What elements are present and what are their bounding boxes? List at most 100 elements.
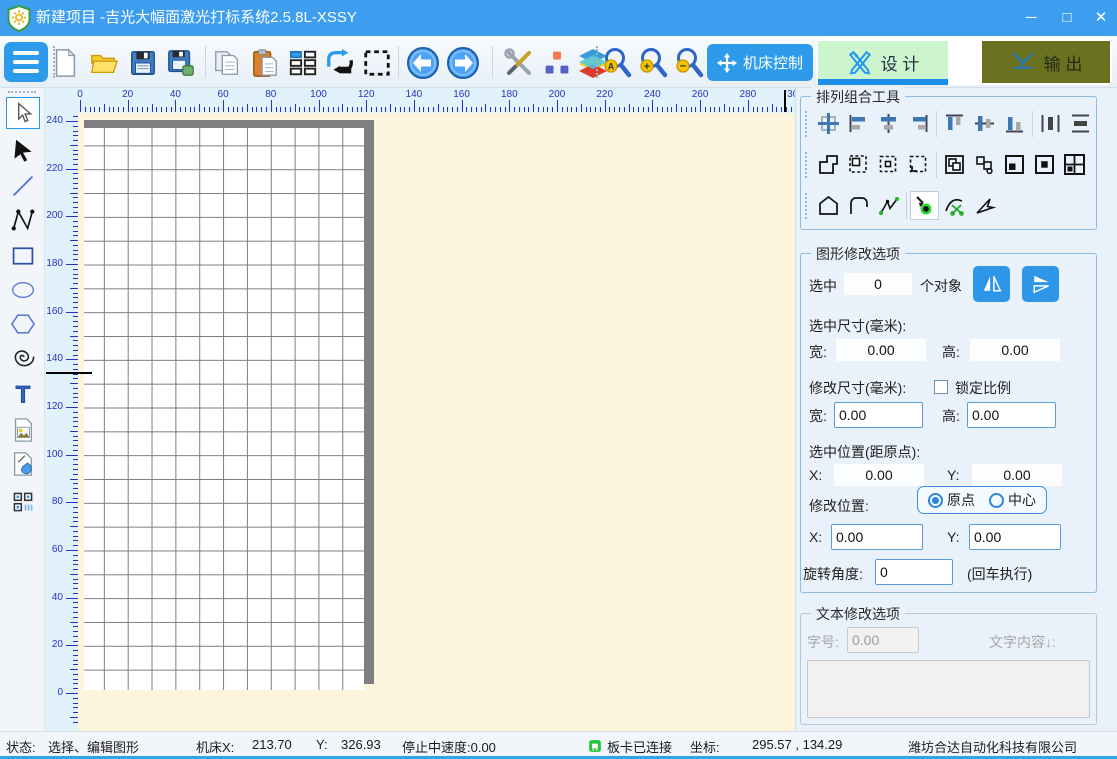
polygon-tool[interactable] <box>6 308 40 340</box>
tab-design[interactable]: 设 计 <box>818 41 948 83</box>
ruler-tick <box>80 100 81 112</box>
regroup-button[interactable] <box>904 150 933 179</box>
text-content-label: 文字内容↓: <box>989 632 1056 652</box>
ruler-tick <box>73 631 78 632</box>
modify-height-input[interactable] <box>967 402 1056 428</box>
group-button[interactable] <box>844 150 873 179</box>
distribute-h-button[interactable] <box>1036 109 1065 138</box>
ruler-tick <box>73 583 78 584</box>
maximize-button[interactable]: □ <box>1052 0 1082 36</box>
title-bar: 新建项目 -吉光大幅面激光打标系统2.5.8L-XSSY ─ □ ✕ <box>0 0 1117 36</box>
save-button[interactable] <box>124 44 162 82</box>
ruler-tick <box>309 107 310 112</box>
paste-button[interactable] <box>246 44 284 82</box>
ruler-tick <box>395 107 396 112</box>
ruler-tick <box>319 100 320 112</box>
ruler-tick <box>73 369 78 370</box>
text-tool[interactable]: T <box>6 378 40 410</box>
x-label: X: <box>809 529 822 545</box>
ungroup-button[interactable] <box>874 150 903 179</box>
put-bottom-left-button[interactable] <box>1000 150 1029 179</box>
settings-tools-button[interactable] <box>500 44 538 82</box>
distribute-v-button[interactable] <box>1066 109 1095 138</box>
line-tool[interactable] <box>6 170 40 202</box>
select-tool[interactable] <box>6 97 40 129</box>
zoom-all-button[interactable]: A <box>598 44 636 82</box>
ruler-tick <box>113 107 114 112</box>
lock-ratio-checkbox[interactable] <box>934 380 948 394</box>
align-blocks-button[interactable] <box>538 44 576 82</box>
ruler-tick <box>423 107 424 112</box>
weld-union-button[interactable] <box>814 150 843 179</box>
design-tools-icon <box>847 49 873 75</box>
rectangle-tool[interactable] <box>6 240 40 272</box>
modify-width-input[interactable] <box>834 402 923 428</box>
modify-size-label: 修改尺寸(毫米): <box>809 378 906 398</box>
array-button[interactable] <box>284 44 322 82</box>
polyline-tool[interactable] <box>6 204 40 236</box>
cut-curve-button[interactable] <box>940 191 969 220</box>
align-center-h-button[interactable] <box>874 109 903 138</box>
zoom-out-button[interactable]: − <box>670 44 708 82</box>
open-file-button[interactable] <box>85 44 123 82</box>
ruler-tick <box>70 431 78 432</box>
combine-button[interactable] <box>940 150 969 179</box>
close-path-button[interactable] <box>814 191 843 220</box>
transform-swap-button[interactable] <box>321 44 359 82</box>
redo-button[interactable] <box>444 44 482 82</box>
ruler-tick <box>128 100 129 112</box>
array-copy-tool[interactable] <box>6 486 40 518</box>
new-file-button[interactable] <box>46 44 84 82</box>
select-node-button[interactable] <box>910 191 939 220</box>
ruler-label: 100 <box>310 89 327 100</box>
minimize-button[interactable]: ─ <box>1016 0 1046 36</box>
align-right-button[interactable] <box>904 109 933 138</box>
close-button[interactable]: ✕ <box>1086 0 1116 36</box>
modify-y-input[interactable] <box>969 524 1061 550</box>
ruler-tick <box>66 169 78 170</box>
direct-select-tool[interactable] <box>6 134 40 166</box>
mirror-vertical-button[interactable] <box>1022 266 1059 302</box>
ruler-tick <box>552 107 553 112</box>
ruler-tick <box>66 407 78 408</box>
ruler-tick <box>73 274 78 275</box>
workarea-grid[interactable] <box>84 128 364 690</box>
open-path-button[interactable] <box>844 191 873 220</box>
zoom-in-button[interactable]: + <box>634 44 672 82</box>
selected-size-label: 选中尺寸(毫米): <box>809 316 906 336</box>
rotate-angle-input[interactable] <box>875 559 953 585</box>
image-tool[interactable] <box>6 414 40 446</box>
align-left-button[interactable] <box>844 109 873 138</box>
save-as-button[interactable] <box>162 44 200 82</box>
align-middle-v-button[interactable] <box>970 109 999 138</box>
ruler-label: 60 <box>218 89 229 100</box>
company-name: 潍坊合达自动化科技有限公司 <box>908 737 1077 756</box>
grid-place-button[interactable] <box>1060 150 1089 179</box>
machine-control-button[interactable]: 机床控制 <box>707 44 813 81</box>
edit-nodes-button[interactable] <box>874 191 903 220</box>
put-center-button[interactable] <box>1030 150 1059 179</box>
align-center-both-button[interactable] <box>814 109 843 138</box>
align-bottom-button[interactable] <box>1000 109 1029 138</box>
vector-fill-tool[interactable] <box>6 448 40 480</box>
machine-x-label: 机床X: <box>196 737 234 756</box>
svg-text:+: + <box>644 61 650 73</box>
ellipse-tool[interactable] <box>6 274 40 306</box>
select-marquee-button[interactable] <box>358 44 396 82</box>
undo-button[interactable] <box>404 44 442 82</box>
align-top-button[interactable] <box>940 109 969 138</box>
radio-origin[interactable]: 原点 <box>928 490 975 510</box>
spiral-tool[interactable] <box>6 342 40 374</box>
ruler-tick <box>376 107 377 112</box>
modify-x-input[interactable] <box>831 524 923 550</box>
ruler-tick <box>73 293 78 294</box>
ruler-tick <box>681 107 682 112</box>
pick-arrow-button[interactable] <box>970 191 999 220</box>
break-apart-button[interactable] <box>970 150 999 179</box>
tab-output[interactable]: 输 出 <box>982 41 1110 83</box>
copy-button[interactable] <box>208 44 246 82</box>
radio-center[interactable]: 中心 <box>989 490 1036 510</box>
menu-button[interactable] <box>4 42 48 82</box>
ruler-label: 180 <box>46 258 63 269</box>
mirror-horizontal-button[interactable] <box>973 266 1010 302</box>
